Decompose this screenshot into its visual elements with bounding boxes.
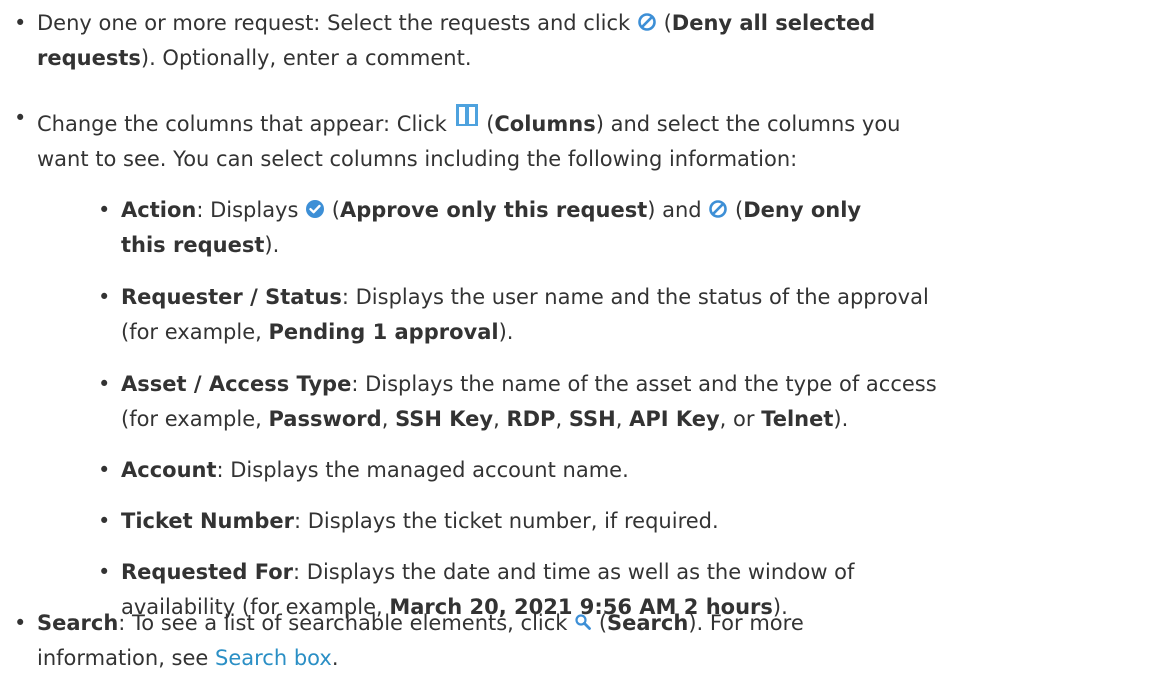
list-item-requester-status: • Requester / Status: Displays the user … (98, 280, 1131, 350)
bullet: • (14, 11, 27, 35)
list-item-account: • Account: Displays the managed account … (98, 453, 1131, 488)
approve-checkmark-icon (305, 199, 325, 219)
deny-all-label-cont: requests (37, 46, 141, 70)
bullet: • (98, 285, 111, 309)
bullet: • (98, 372, 111, 396)
list-item-action: • Action: Displays (Approve only this re… (98, 193, 1131, 263)
account-term: Account (121, 458, 217, 482)
list-item-ticket-number: • Ticket Number: Displays the ticket num… (98, 504, 1131, 539)
list-item-deny: • Deny one or more request: Select the r… (14, 6, 1127, 76)
ticket-term: Ticket Number (121, 509, 295, 533)
bullet: • (14, 106, 27, 130)
search-term: Search (37, 611, 119, 635)
deny-circle-slash-icon (708, 199, 728, 219)
requester-example: Pending 1 approval (268, 320, 499, 344)
bullet: • (98, 198, 111, 222)
deny-all-label: Deny all selected (671, 11, 876, 35)
approve-only-label: Approve only this request (339, 198, 648, 222)
columns-text-pre: Change the columns that appear: Click (37, 112, 454, 136)
list-item-search: • Search: To see a list of searchable el… (14, 606, 1127, 676)
deny-circle-slash-icon (637, 12, 657, 32)
asset-term: Asset / Access Type (121, 372, 352, 396)
list-item-columns: • Change the columns that appear: Click … (14, 104, 1127, 177)
columns-icon (454, 102, 480, 128)
requester-term: Requester / Status (121, 285, 342, 309)
bullet: • (98, 458, 111, 482)
list-item-asset-access-type: • Asset / Access Type: Displays the name… (98, 367, 1131, 437)
bullet: • (98, 560, 111, 584)
requested-term: Requested For (121, 560, 294, 584)
columns-text-line2: want to see. You can select columns incl… (37, 147, 798, 171)
deny-only-label: Deny only (743, 198, 862, 222)
deny-text-pre: Deny one or more request: Select the req… (37, 11, 637, 35)
search-box-link[interactable]: Search box (215, 646, 332, 670)
bullet: • (98, 509, 111, 533)
action-term: Action (121, 198, 197, 222)
search-label: Search (607, 611, 689, 635)
bullet: • (14, 611, 27, 635)
magnifier-icon (574, 613, 592, 631)
columns-label: Columns (494, 112, 596, 136)
deny-text-post: ). Optionally, enter a comment. (140, 46, 472, 70)
deny-only-label-cont: this request (121, 233, 265, 257)
